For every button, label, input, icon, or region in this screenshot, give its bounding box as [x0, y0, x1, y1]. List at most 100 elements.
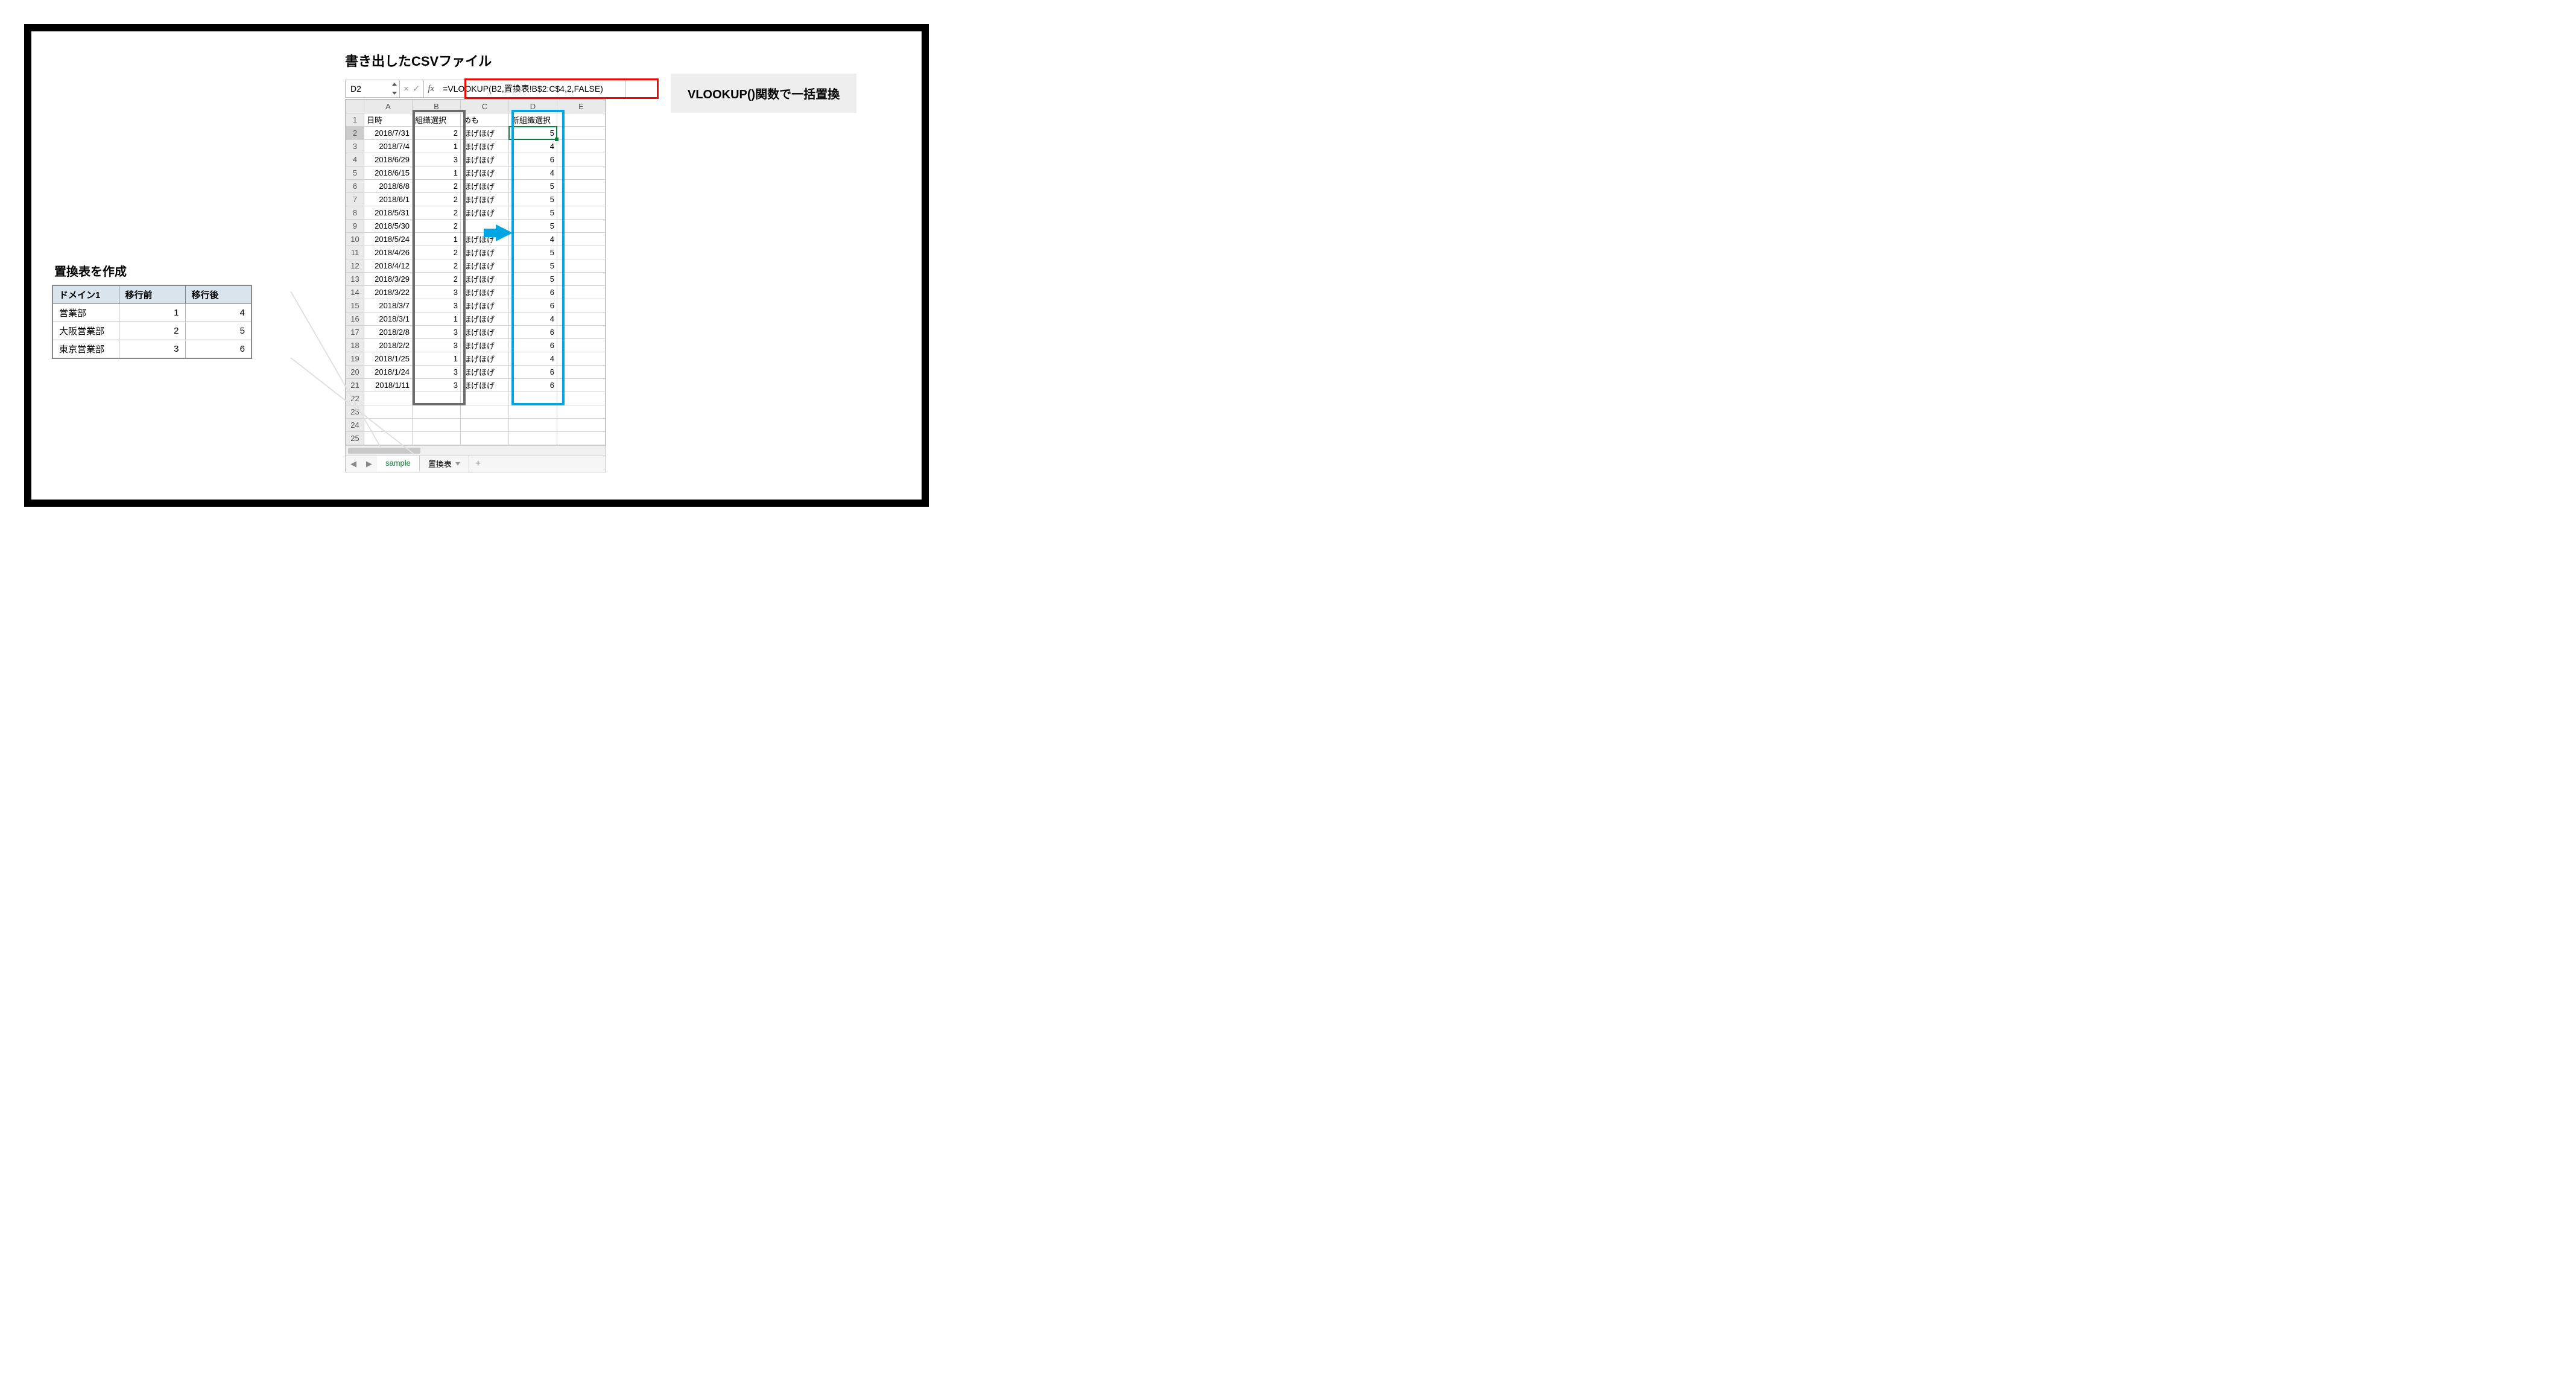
cell[interactable]: 5: [509, 246, 557, 259]
row-header[interactable]: 13: [346, 273, 364, 286]
cell[interactable]: 2018/1/24: [364, 366, 413, 379]
cell[interactable]: 1: [413, 233, 461, 246]
cell[interactable]: 2018/3/1: [364, 313, 413, 326]
cell[interactable]: ほげほげ: [461, 206, 509, 220]
cell[interactable]: 3: [413, 339, 461, 352]
cell[interactable]: 5: [509, 259, 557, 273]
tab-prev-icon[interactable]: ◀: [346, 459, 361, 469]
cell[interactable]: 2018/3/29: [364, 273, 413, 286]
cell[interactable]: [557, 299, 606, 313]
cell[interactable]: ほげほげ: [461, 339, 509, 352]
cell[interactable]: 3: [413, 366, 461, 379]
cell[interactable]: 4: [509, 233, 557, 246]
cell[interactable]: 6: [509, 286, 557, 299]
cell[interactable]: [557, 233, 606, 246]
row-header[interactable]: 2: [346, 127, 364, 140]
row-header[interactable]: 15: [346, 299, 364, 313]
cell[interactable]: 5: [509, 220, 557, 233]
col-header-a[interactable]: A: [364, 100, 413, 113]
row-header[interactable]: 14: [346, 286, 364, 299]
select-all-corner[interactable]: [346, 100, 364, 113]
cell[interactable]: 5: [509, 273, 557, 286]
cell[interactable]: [557, 366, 606, 379]
formula-input[interactable]: =VLOOKUP(B2,置換表!B$2:C$4,2,FALSE): [438, 80, 625, 97]
cell[interactable]: 3: [413, 299, 461, 313]
cell[interactable]: 2: [413, 246, 461, 259]
cell[interactable]: ほげほげ: [461, 153, 509, 167]
cell[interactable]: 2: [413, 206, 461, 220]
cell[interactable]: [557, 206, 606, 220]
cell[interactable]: 2: [413, 259, 461, 273]
cell[interactable]: [557, 246, 606, 259]
cell[interactable]: 4: [509, 167, 557, 180]
cell[interactable]: 5: [509, 193, 557, 206]
cell[interactable]: 3: [413, 326, 461, 339]
cell[interactable]: [461, 405, 509, 419]
cell[interactable]: 6: [509, 339, 557, 352]
cell[interactable]: ほげほげ: [461, 286, 509, 299]
col-header-c[interactable]: C: [461, 100, 509, 113]
row-header[interactable]: 18: [346, 339, 364, 352]
cell[interactable]: 日時: [364, 113, 413, 127]
cell[interactable]: 3: [413, 286, 461, 299]
cell[interactable]: 2018/5/31: [364, 206, 413, 220]
cell[interactable]: 1: [413, 140, 461, 153]
cell[interactable]: 2018/5/24: [364, 233, 413, 246]
cell[interactable]: 5: [509, 127, 557, 140]
cell[interactable]: 2018/6/8: [364, 180, 413, 193]
cell[interactable]: [557, 339, 606, 352]
cell[interactable]: 2018/1/25: [364, 352, 413, 366]
tab-next-icon[interactable]: ▶: [361, 459, 377, 469]
cell[interactable]: [557, 273, 606, 286]
cell[interactable]: 2: [413, 127, 461, 140]
tab-sample[interactable]: sample: [377, 455, 420, 472]
cell[interactable]: 2018/1/11: [364, 379, 413, 392]
row-header[interactable]: 4: [346, 153, 364, 167]
row-header[interactable]: 1: [346, 113, 364, 127]
cell[interactable]: ほげほげ: [461, 259, 509, 273]
tab-add-icon[interactable]: +: [469, 458, 487, 469]
cell[interactable]: 2018/6/1: [364, 193, 413, 206]
cell[interactable]: 3: [413, 153, 461, 167]
cell[interactable]: [557, 220, 606, 233]
row-header[interactable]: 3: [346, 140, 364, 153]
cell[interactable]: [509, 419, 557, 432]
row-header[interactable]: 21: [346, 379, 364, 392]
row-header[interactable]: 11: [346, 246, 364, 259]
row-header[interactable]: 10: [346, 233, 364, 246]
cell[interactable]: [557, 193, 606, 206]
cell[interactable]: [509, 392, 557, 405]
cell[interactable]: [509, 432, 557, 445]
cell[interactable]: [557, 180, 606, 193]
cell[interactable]: 3: [413, 379, 461, 392]
cell[interactable]: ほげほげ: [461, 379, 509, 392]
row-header[interactable]: 7: [346, 193, 364, 206]
cell[interactable]: [557, 167, 606, 180]
cell[interactable]: [557, 153, 606, 167]
cancel-icon[interactable]: ×: [403, 84, 409, 94]
cell[interactable]: めも: [461, 113, 509, 127]
cell[interactable]: ほげほげ: [461, 167, 509, 180]
cell[interactable]: 2018/2/2: [364, 339, 413, 352]
cell[interactable]: 2018/7/31: [364, 127, 413, 140]
cell[interactable]: 2018/3/22: [364, 286, 413, 299]
cell[interactable]: [364, 392, 413, 405]
cell[interactable]: ほげほげ: [461, 127, 509, 140]
cell[interactable]: [509, 405, 557, 419]
cell[interactable]: 2: [413, 273, 461, 286]
cell[interactable]: ほげほげ: [461, 140, 509, 153]
cell[interactable]: 組織選択: [413, 113, 461, 127]
cell[interactable]: 新組織選択: [509, 113, 557, 127]
cell[interactable]: ほげほげ: [461, 193, 509, 206]
cell[interactable]: [557, 313, 606, 326]
row-header[interactable]: 19: [346, 352, 364, 366]
cell[interactable]: [461, 419, 509, 432]
cell[interactable]: 6: [509, 379, 557, 392]
cell[interactable]: [557, 352, 606, 366]
cell[interactable]: [557, 432, 606, 445]
h-scrollbar[interactable]: [346, 445, 606, 455]
row-header[interactable]: 9: [346, 220, 364, 233]
row-header[interactable]: 8: [346, 206, 364, 220]
cell[interactable]: [413, 432, 461, 445]
cell[interactable]: 2018/3/7: [364, 299, 413, 313]
